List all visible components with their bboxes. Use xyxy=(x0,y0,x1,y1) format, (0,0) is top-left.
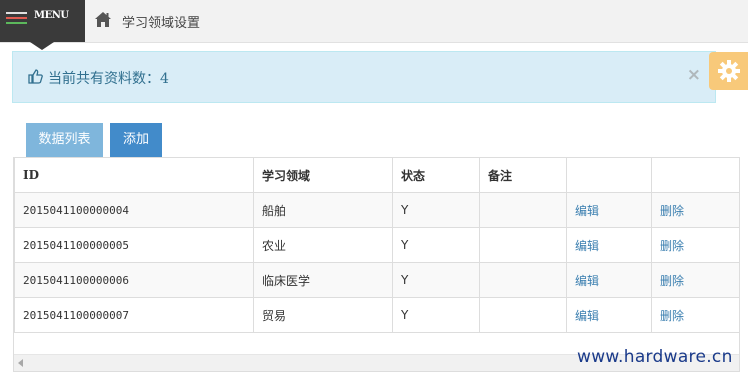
add-button[interactable]: 添加 xyxy=(110,123,162,157)
settings-button[interactable] xyxy=(709,52,748,90)
top-bar: MENU 学习领域设置 xyxy=(0,0,748,50)
menu-button[interactable]: MENU xyxy=(0,0,85,42)
cell-field: 贸易 xyxy=(253,297,393,333)
edit-link[interactable]: 编辑 xyxy=(575,204,599,218)
column-header-status[interactable]: 状态 xyxy=(392,157,480,193)
cell-edit: 编辑 xyxy=(566,297,652,333)
column-header-note[interactable]: 备注 xyxy=(479,157,567,193)
table-row: 2015041100000004 船舶 Y 编辑 删除 xyxy=(14,192,739,228)
column-header-edit xyxy=(566,157,652,193)
cell-field: 临床医学 xyxy=(253,262,393,298)
watermark: www.hardware.cn xyxy=(577,347,733,367)
column-header-id[interactable]: ID xyxy=(14,157,254,193)
cell-note xyxy=(479,192,567,228)
menu-lines-icon xyxy=(6,12,27,27)
edit-link[interactable]: 编辑 xyxy=(575,239,599,253)
cell-id: 2015041100000006 xyxy=(14,262,254,298)
cell-status: Y xyxy=(392,192,480,228)
table-header-row: ID 学习领域 状态 备注 xyxy=(14,157,739,193)
delete-link[interactable]: 删除 xyxy=(660,309,684,323)
column-header-field[interactable]: 学习领域 xyxy=(253,157,393,193)
data-table: ID 学习领域 状态 备注 2015041100000004 船舶 Y 编辑 删… xyxy=(14,157,739,333)
info-alert: 当前共有资料数：4 × xyxy=(12,51,716,103)
delete-link[interactable]: 删除 xyxy=(660,204,684,218)
table-row: 2015041100000005 农业 Y 编辑 删除 xyxy=(14,227,739,263)
data-table-container: ID 学习领域 状态 备注 2015041100000004 船舶 Y 编辑 删… xyxy=(13,157,740,372)
cell-edit: 编辑 xyxy=(566,262,652,298)
tab-data-list[interactable]: 数据列表 xyxy=(26,123,103,157)
breadcrumb-title: 学习领域设置 xyxy=(122,16,201,31)
cell-delete: 删除 xyxy=(651,262,739,298)
cell-note xyxy=(479,297,567,333)
table-row: 2015041100000006 临床医学 Y 编辑 删除 xyxy=(14,262,739,298)
cell-status: Y xyxy=(392,262,480,298)
cell-status: Y xyxy=(392,297,480,333)
edit-link[interactable]: 编辑 xyxy=(575,309,599,323)
cell-note xyxy=(479,262,567,298)
cell-edit: 编辑 xyxy=(566,227,652,263)
alert-text: 当前共有资料数：4 xyxy=(48,71,169,87)
cell-field: 农业 xyxy=(253,227,393,263)
menu-label: MENU xyxy=(34,10,69,21)
cell-id: 2015041100000005 xyxy=(14,227,254,263)
cell-delete: 删除 xyxy=(651,297,739,333)
cell-delete: 删除 xyxy=(651,227,739,263)
cell-note xyxy=(479,227,567,263)
cell-id: 2015041100000007 xyxy=(14,297,254,333)
cell-field: 船舶 xyxy=(253,192,393,228)
gear-icon xyxy=(718,60,740,82)
delete-link[interactable]: 删除 xyxy=(660,239,684,253)
cell-status: Y xyxy=(392,227,480,263)
table-row: 2015041100000007 贸易 Y 编辑 删除 xyxy=(14,297,739,333)
close-icon[interactable]: × xyxy=(687,65,701,85)
column-header-delete xyxy=(651,157,739,193)
cell-edit: 编辑 xyxy=(566,192,652,228)
home-icon[interactable] xyxy=(94,11,112,28)
menu-notch xyxy=(30,42,54,50)
delete-link[interactable]: 删除 xyxy=(660,274,684,288)
thumbs-up-icon xyxy=(28,69,43,84)
cell-delete: 删除 xyxy=(651,192,739,228)
scroll-left-icon[interactable] xyxy=(18,359,23,367)
edit-link[interactable]: 编辑 xyxy=(575,274,599,288)
cell-id: 2015041100000004 xyxy=(14,192,254,228)
